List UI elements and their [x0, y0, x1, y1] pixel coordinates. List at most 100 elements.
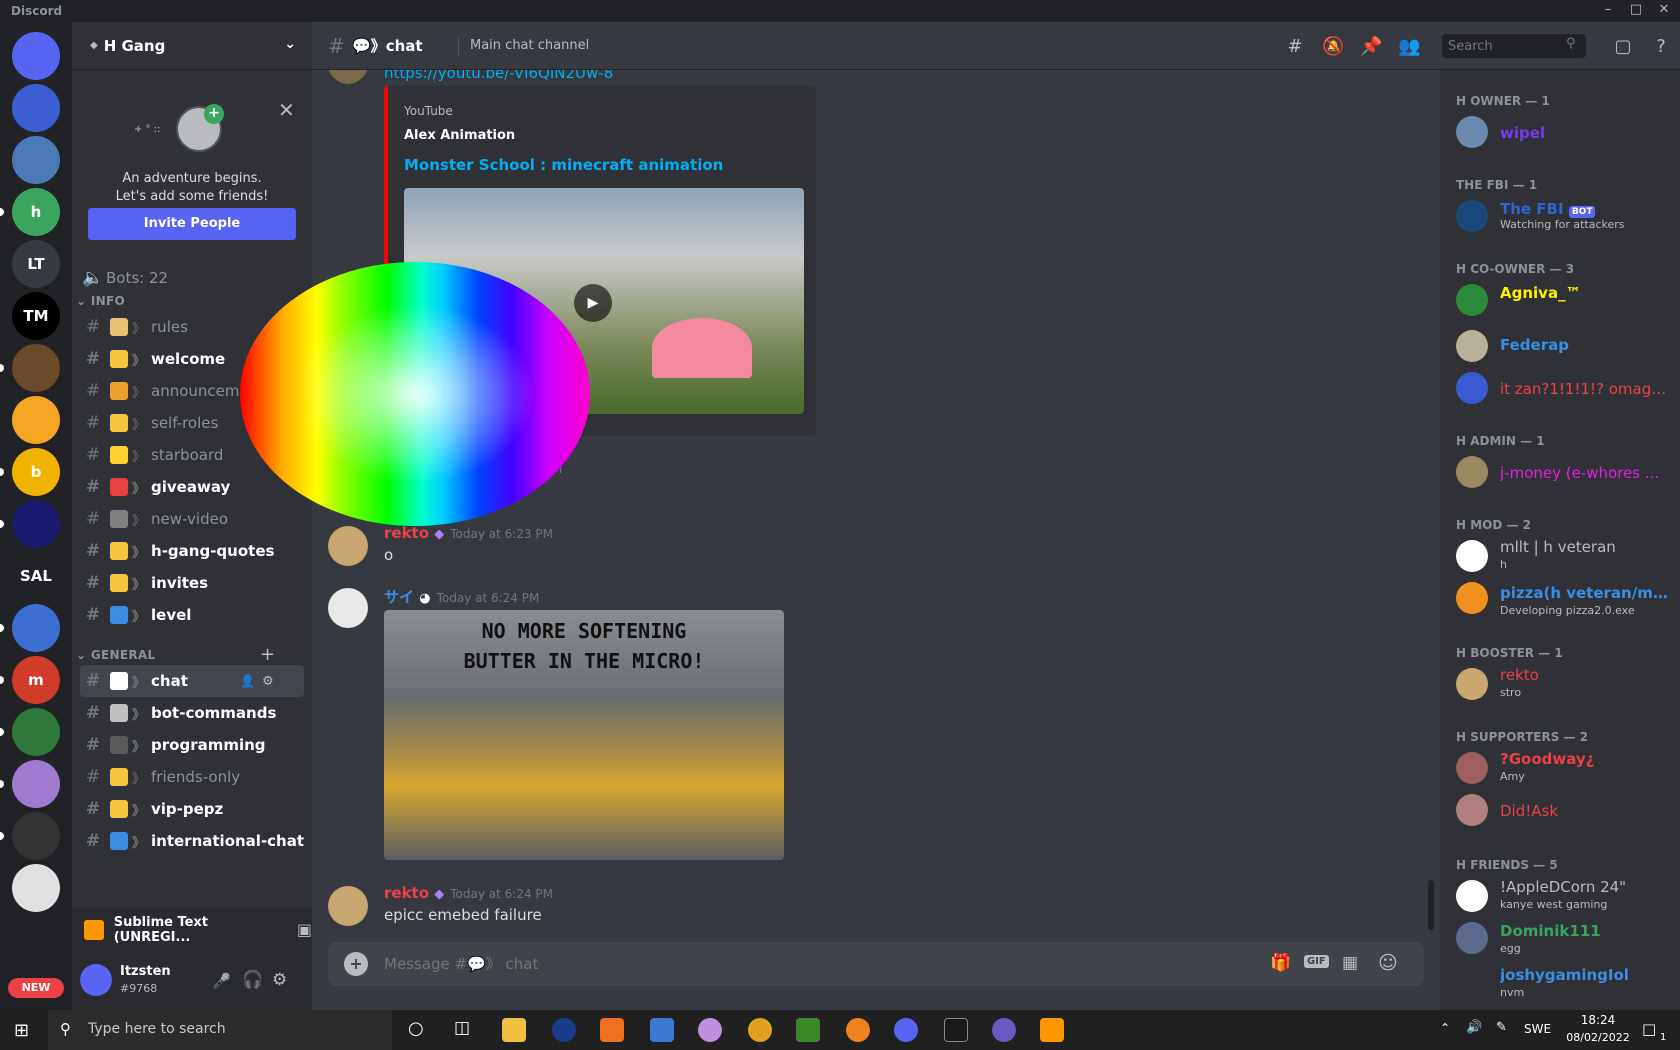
member-name[interactable]: j-money (e-whores ... [1500, 464, 1670, 482]
server-icon[interactable] [12, 344, 60, 392]
avatar[interactable] [328, 588, 368, 628]
sticker-icon[interactable]: ▦ [1342, 953, 1358, 973]
member-name[interactable]: rekto [1500, 666, 1670, 684]
server-icon[interactable] [12, 708, 60, 756]
avatar[interactable] [1456, 372, 1488, 404]
avatar[interactable] [1456, 922, 1488, 954]
member-name[interactable]: Federap [1500, 336, 1670, 354]
avatar[interactable] [1456, 794, 1488, 826]
emoji-picker-icon[interactable]: ☺ [1378, 952, 1398, 974]
chrome-icon[interactable] [748, 1018, 772, 1042]
pin-icon[interactable]: 📌 [1360, 36, 1382, 58]
scrollbar[interactable] [1428, 880, 1434, 930]
avatar[interactable] [328, 526, 368, 566]
sublime-taskbar-icon[interactable] [1040, 1018, 1064, 1042]
channel-invites[interactable]: # 》 invites [80, 567, 304, 599]
mute-icon[interactable]: 🎤 [212, 972, 231, 990]
server-icon[interactable] [12, 864, 60, 912]
play-icon[interactable]: ▶ [574, 284, 612, 322]
channel-vip-pepz[interactable]: # 》 vip-pepz [80, 793, 304, 825]
member-name[interactable]: Agniva_™ [1500, 284, 1670, 302]
app-icon[interactable] [698, 1018, 722, 1042]
language-indicator[interactable]: SWE [1524, 1022, 1551, 1036]
embed-title[interactable]: Monster School : minecraft animation [404, 156, 723, 174]
clock-time[interactable]: 18:24 [1574, 1013, 1622, 1027]
category-general[interactable]: ⌄ GENERAL [76, 648, 155, 662]
avatar[interactable] [1456, 752, 1488, 784]
server-icon[interactable]: LT [12, 240, 60, 288]
server-icon[interactable]: b [12, 448, 60, 496]
gif-button[interactable]: GIF [1304, 955, 1329, 968]
search-input[interactable] [1442, 34, 1586, 58]
channel-giveaway[interactable]: # 》 giveaway [80, 471, 304, 503]
tray-chevron-icon[interactable]: ⌃ [1440, 1021, 1450, 1035]
avatar[interactable] [1456, 880, 1488, 912]
minecraft-icon[interactable] [796, 1018, 820, 1042]
member-name[interactable]: Dominik111 [1500, 922, 1670, 940]
server-icon[interactable] [12, 84, 60, 132]
channel-bot-commands[interactable]: # 》 bot-commands [80, 697, 304, 729]
message-author[interactable]: rekto ◆ Today at 6:23 PM [384, 524, 553, 542]
channel-h-gang-quotes[interactable]: # 》 h-gang-quotes [80, 535, 304, 567]
notification-mute-icon[interactable]: 🔕 [1322, 36, 1344, 58]
member-name[interactable]: wipel [1500, 124, 1670, 142]
headphones-icon[interactable]: 🎧 [242, 970, 263, 990]
app-icon[interactable] [552, 1018, 576, 1042]
pen-icon[interactable]: ✎ [1496, 1020, 1507, 1035]
cortana-icon[interactable]: ○ [408, 1018, 424, 1039]
server-icon[interactable] [12, 396, 60, 444]
avatar[interactable] [1456, 582, 1488, 614]
avatar[interactable] [1456, 116, 1488, 148]
app-icon[interactable] [992, 1018, 1016, 1042]
member-name[interactable]: ?Goodway¿ [1500, 750, 1670, 768]
server-icon[interactable] [12, 500, 60, 548]
gift-icon[interactable]: 🎁 [1270, 953, 1291, 973]
member-name[interactable]: !AppleDCorn 24" [1500, 878, 1670, 896]
discord-taskbar-icon[interactable] [894, 1018, 918, 1042]
attached-image[interactable]: NO MORE SOFTENING BUTTER IN THE MICRO! [384, 610, 784, 860]
threads-icon[interactable]: # [1284, 36, 1306, 58]
member-name[interactable]: Did!Ask [1500, 802, 1670, 820]
server-icon[interactable] [12, 812, 60, 860]
blender-icon[interactable] [846, 1018, 870, 1042]
file-explorer-icon[interactable] [502, 1018, 526, 1042]
attach-plus-icon[interactable]: + [344, 952, 368, 976]
minimize-button[interactable]: – [1596, 2, 1620, 20]
avatar[interactable] [1456, 200, 1488, 232]
message-link[interactable]: https://youtu.be/-VI6QIN2Uw-8 [384, 70, 613, 82]
terminal-icon[interactable] [944, 1018, 968, 1042]
message-author[interactable]: サイ ◕ Today at 6:24 PM [384, 586, 539, 607]
avatar[interactable] [1456, 540, 1488, 572]
member-list-icon[interactable]: 👥 [1398, 36, 1420, 58]
store-icon[interactable] [650, 1018, 674, 1042]
member-name[interactable]: mllt | h veteran [1500, 538, 1670, 556]
avatar[interactable] [80, 964, 112, 996]
chevron-down-icon[interactable]: ⌄ [284, 36, 296, 52]
server-icon[interactable] [12, 760, 60, 808]
settings-icon[interactable]: ⚙ [272, 970, 287, 990]
taskbar-search[interactable]: ⚲ Type here to search [48, 1010, 392, 1050]
guild-header[interactable]: ◆ H Gang ⌄ [72, 22, 312, 70]
message-input[interactable] [384, 952, 1164, 976]
add-channel-icon[interactable]: + [260, 644, 275, 665]
embed-author[interactable]: Alex Animation [404, 128, 515, 143]
notification-icon[interactable]: □ [1642, 1020, 1656, 1038]
message-author[interactable]: rekto ◆ Today at 6:24 PM [384, 884, 553, 902]
channel-settings-icon[interactable]: ⚙ [262, 674, 274, 689]
maximize-button[interactable]: □ [1624, 2, 1648, 20]
clock-date[interactable]: 08/02/2022 [1558, 1031, 1638, 1044]
avatar[interactable] [1456, 668, 1488, 700]
member-name[interactable]: The FBI BOT [1500, 200, 1596, 218]
avatar[interactable] [328, 886, 368, 926]
server-icon[interactable] [12, 136, 60, 184]
app-icon[interactable] [600, 1018, 624, 1042]
invite-people-button[interactable]: Invite People [88, 208, 296, 240]
help-icon[interactable]: ? [1650, 36, 1672, 58]
avatar[interactable] [1456, 330, 1488, 362]
avatar[interactable] [328, 70, 368, 84]
channel-international-chat[interactable]: # 》 international-chat [80, 825, 304, 857]
server-icon[interactable] [12, 604, 60, 652]
close-window-button[interactable]: ✕ [1652, 2, 1676, 20]
screen-share-icon[interactable]: ▣ [297, 920, 312, 939]
inbox-icon[interactable]: ▢ [1612, 36, 1634, 58]
